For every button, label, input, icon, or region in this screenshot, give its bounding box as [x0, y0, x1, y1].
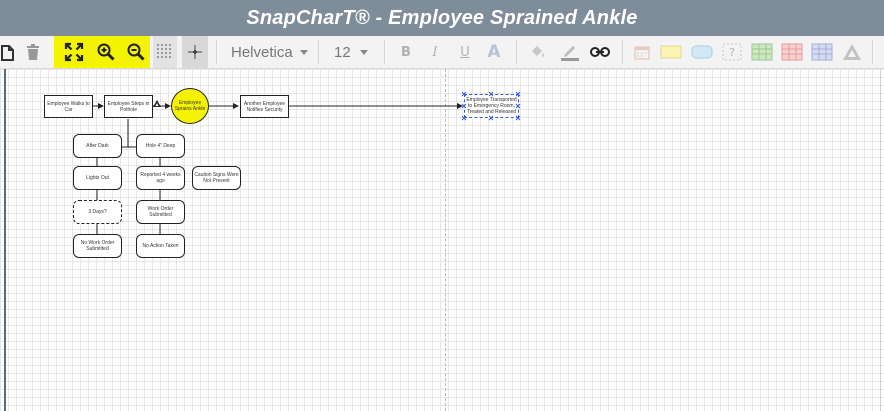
- toolbar-separator: [216, 40, 217, 64]
- condition-shape-icon[interactable]: [690, 36, 714, 68]
- table-red-icon[interactable]: [780, 36, 804, 68]
- bold-button[interactable]: B: [398, 36, 414, 68]
- condition-node[interactable]: Lights Out: [73, 166, 122, 190]
- condition-node[interactable]: No Work Order Submitted: [73, 234, 122, 258]
- warning-triangle-icon: [153, 95, 161, 113]
- link-icon[interactable]: [588, 36, 612, 68]
- toolbar-separator: [318, 40, 319, 64]
- table-blue-icon[interactable]: [810, 36, 834, 68]
- condition-node[interactable]: No Action Taken: [136, 234, 185, 258]
- canvas-right-border: [880, 69, 881, 411]
- toolbar: Helvetica 12 B I U A ?: [0, 36, 884, 69]
- toolbar-separator: [516, 40, 517, 64]
- chevron-down-icon: [299, 49, 308, 55]
- canvas-left-border: [4, 69, 6, 411]
- text-style-button[interactable]: A: [485, 36, 503, 68]
- calendar-icon[interactable]: [632, 36, 652, 68]
- zoom-out-icon[interactable]: [124, 36, 148, 68]
- toolbar-separator: [872, 40, 873, 64]
- svg-text:?: ?: [729, 46, 735, 59]
- zoom-in-icon[interactable]: [94, 36, 118, 68]
- condition-node[interactable]: Caution Signs Were Not Present: [192, 166, 241, 190]
- event-node[interactable]: Employee Steps in Pothole: [104, 95, 153, 118]
- grid-toggle-icon[interactable]: [153, 36, 177, 68]
- guides-toggle-icon[interactable]: [182, 36, 208, 68]
- underline-button[interactable]: U: [457, 36, 473, 68]
- triangle-shape-icon[interactable]: [840, 36, 864, 68]
- event-shape-icon[interactable]: [659, 36, 683, 68]
- font-family-dropdown[interactable]: Helvetica: [231, 36, 308, 68]
- event-node[interactable]: Employee Walks to Car: [44, 95, 93, 118]
- table-green-icon[interactable]: [750, 36, 774, 68]
- condition-node[interactable]: After Dark: [73, 134, 122, 158]
- selection-handles[interactable]: [459, 89, 525, 123]
- fill-color-icon[interactable]: [527, 36, 549, 68]
- app-title: SnapCharT® - Employee Sprained Ankle: [246, 6, 638, 29]
- toolbar-separator: [622, 40, 623, 64]
- condition-node[interactable]: Work Order Submitted: [136, 200, 185, 224]
- assumed-condition-node[interactable]: 3 Days?: [73, 200, 122, 224]
- line-color-icon[interactable]: [558, 36, 582, 68]
- delete-icon[interactable]: [22, 36, 44, 68]
- fit-to-screen-icon[interactable]: [62, 36, 86, 68]
- font-size-value: 12: [334, 43, 351, 61]
- title-bar: SnapCharT® - Employee Sprained Ankle: [0, 0, 884, 36]
- condition-node[interactable]: Reported 4 weeks ago: [136, 166, 185, 190]
- toolbar-separator: [384, 40, 385, 64]
- page-break-line: [445, 69, 446, 411]
- new-page-icon[interactable]: [0, 36, 16, 68]
- unknown-shape-icon[interactable]: ?: [721, 36, 743, 68]
- font-family-value: Helvetica: [231, 43, 293, 61]
- condition-node[interactable]: Hole 4" Deep: [136, 134, 185, 158]
- diagram-canvas[interactable]: [0, 69, 884, 411]
- event-node[interactable]: Another Employee Notifies Security: [240, 95, 289, 118]
- italic-button[interactable]: I: [427, 36, 443, 68]
- incident-node[interactable]: Employee Sprains Ankle: [171, 88, 209, 124]
- chevron-down-icon: [359, 49, 368, 55]
- font-size-dropdown[interactable]: 12: [334, 36, 368, 68]
